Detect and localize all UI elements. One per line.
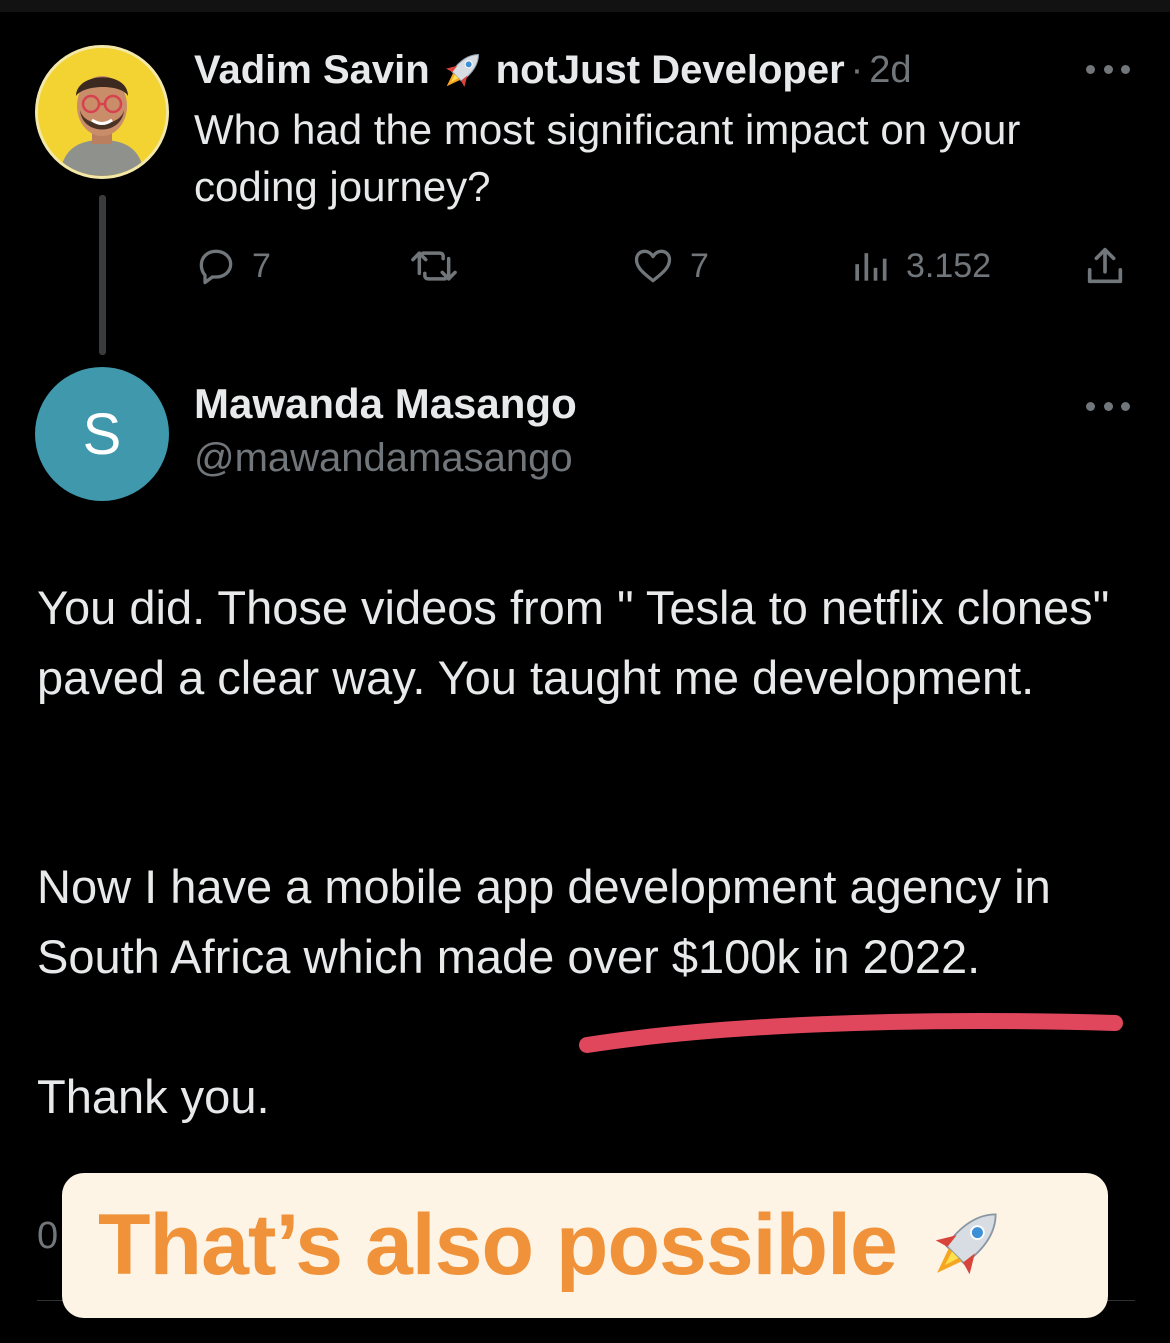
author-display-handle[interactable]: notJust Developer [496, 48, 845, 93]
share-icon [1082, 243, 1128, 289]
reply-button[interactable]: 7 [194, 238, 271, 294]
reply-paragraph-3: Thank you. [37, 1070, 270, 1123]
reply-paragraph-2: Now I have a mobile app development agen… [37, 860, 1051, 983]
views-count: 3.152 [906, 246, 992, 285]
like-count: 7 [690, 246, 709, 285]
partial-timestamp: 0 [37, 1215, 59, 1257]
overlay-banner: That’s also possible [62, 1173, 1108, 1318]
top-edge-bar [0, 0, 1170, 12]
retweet-button[interactable] [408, 238, 460, 294]
tweet-time[interactable]: 2d [869, 49, 911, 92]
separator-dot: · [850, 48, 864, 91]
like-icon [630, 244, 676, 288]
views-icon [850, 244, 890, 288]
banner-text: That’s also possible [98, 1197, 898, 1293]
reply-paragraph-1: You did. Those videos from " Tesla to ne… [37, 581, 1110, 704]
reply-icon [194, 244, 238, 288]
more-icon[interactable] [1086, 63, 1130, 75]
reply-author-handle[interactable]: @mawandamasango [194, 436, 573, 481]
rocket-icon [438, 45, 488, 95]
more-icon[interactable] [1086, 400, 1130, 412]
tweet-text: Who had the most significant impact on y… [194, 106, 1021, 210]
reply-author-avatar[interactable]: S [35, 367, 169, 501]
tweet-header: Vadim Savin notJust Developer · 2d [194, 40, 912, 100]
highlight-underline-mark [579, 1013, 1123, 1053]
reply-count: 7 [252, 246, 271, 285]
thread-connector [99, 195, 106, 355]
share-button[interactable] [1082, 238, 1128, 294]
author-avatar[interactable] [35, 45, 169, 179]
author-name[interactable]: Vadim Savin [194, 48, 430, 93]
rocket-icon [897, 1197, 1013, 1294]
reply-author-name[interactable]: Mawanda Masango [194, 380, 577, 428]
views-button[interactable]: 3.152 [850, 238, 991, 294]
retweet-icon [408, 244, 460, 288]
like-button[interactable]: 7 [630, 238, 709, 294]
